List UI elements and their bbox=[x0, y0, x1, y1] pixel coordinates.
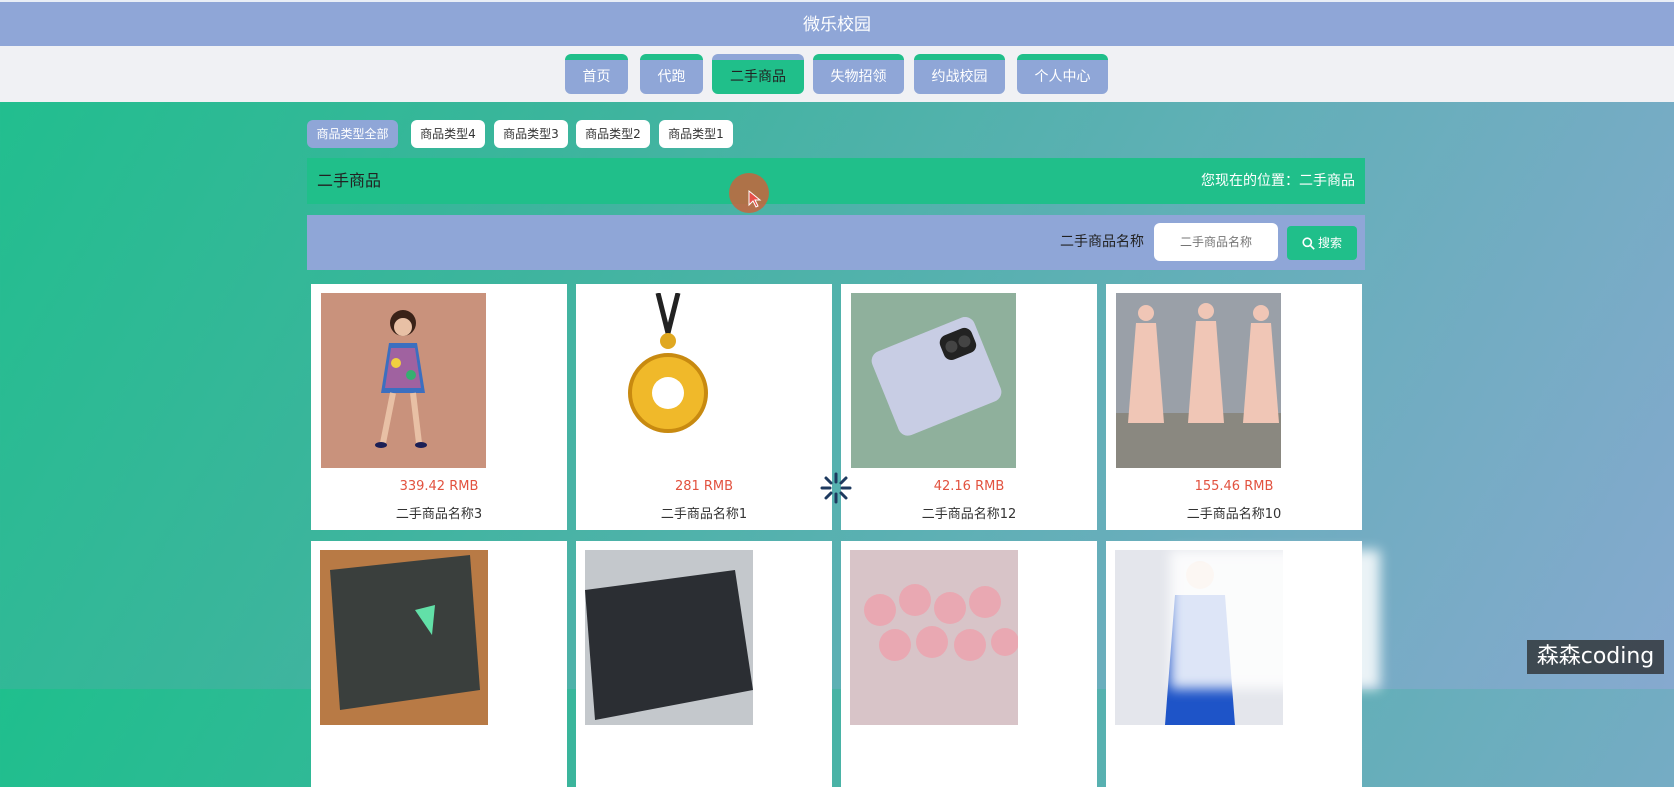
cursor-highlight bbox=[729, 173, 769, 213]
phone-photo[interactable] bbox=[851, 293, 1016, 468]
product-card[interactable] bbox=[311, 541, 567, 787]
product-card[interactable]: 339.42 RMB 二手商品名称3 bbox=[311, 284, 567, 530]
nav-home-label: 首页 bbox=[582, 69, 611, 85]
blurred-overlay bbox=[1170, 550, 1380, 689]
category-4[interactable]: 商品类型4 bbox=[411, 120, 485, 148]
nav-profile[interactable]: 个人中心 bbox=[1017, 54, 1108, 94]
product-card[interactable]: 281 RMB 二手商品名称1 bbox=[576, 284, 832, 530]
category-1[interactable]: 商品类型1 bbox=[659, 120, 733, 148]
search-icon bbox=[1302, 237, 1315, 250]
nav-lost-found-label: 失物招领 bbox=[830, 69, 887, 85]
product-price: 42.16 RMB bbox=[933, 479, 1005, 494]
product-card[interactable] bbox=[841, 541, 1097, 787]
loading-spinner-icon bbox=[820, 472, 852, 504]
main-nav: 首页 代跑 二手商品 失物招领 约战校园 个人中心 bbox=[0, 46, 1674, 102]
site-title: 微乐校园 bbox=[803, 15, 871, 35]
product-price: 339.42 RMB bbox=[399, 479, 479, 494]
search-button[interactable]: 搜索 bbox=[1287, 226, 1357, 260]
nav-campus-battle[interactable]: 约战校园 bbox=[914, 54, 1005, 94]
search-bar: 二手商品名称 搜索 bbox=[307, 215, 1365, 270]
search-input[interactable] bbox=[1154, 223, 1278, 261]
product-name[interactable]: 二手商品名称12 bbox=[841, 503, 1097, 522]
nav-campus-battle-label: 约战校园 bbox=[931, 69, 988, 85]
product-price: 281 RMB bbox=[674, 479, 734, 494]
gold-pendant-photo[interactable] bbox=[586, 293, 751, 468]
search-button-label: 搜索 bbox=[1317, 236, 1342, 250]
video-watermark: 森森coding bbox=[1527, 640, 1664, 674]
laptop-dark-photo[interactable] bbox=[585, 550, 753, 725]
nav-secondhand-label: 二手商品 bbox=[730, 69, 786, 85]
nav-errand-label: 代跑 bbox=[657, 69, 686, 85]
product-card[interactable]: 42.16 RMB 二手商品名称12 bbox=[841, 284, 1097, 530]
nav-profile-label: 个人中心 bbox=[1034, 69, 1091, 85]
category-3[interactable]: 商品类型3 bbox=[494, 120, 568, 148]
nav-lost-found[interactable]: 失物招领 bbox=[813, 54, 904, 94]
page-title: 二手商品 bbox=[317, 171, 382, 190]
product-card[interactable] bbox=[576, 541, 832, 787]
product-name[interactable]: 二手商品名称3 bbox=[311, 503, 567, 522]
nav-home[interactable]: 首页 bbox=[565, 54, 628, 94]
nav-errand[interactable]: 代跑 bbox=[640, 54, 703, 94]
product-name[interactable]: 二手商品名称1 bbox=[576, 503, 832, 522]
category-all[interactable]: 商品类型全部 bbox=[307, 120, 398, 148]
roses-photo[interactable] bbox=[850, 550, 1018, 725]
dress-photo[interactable] bbox=[321, 293, 486, 468]
cursor-arrow-icon bbox=[748, 189, 762, 208]
nav-secondhand[interactable]: 二手商品 bbox=[712, 54, 804, 94]
search-label: 二手商品名称 bbox=[1060, 234, 1144, 250]
breadcrumb: 您现在的位置：二手商品 bbox=[1201, 173, 1355, 189]
category-2[interactable]: 商品类型2 bbox=[576, 120, 650, 148]
product-price: 155.46 RMB bbox=[1194, 479, 1274, 494]
pink-dress-photo[interactable] bbox=[1116, 293, 1281, 468]
laptop-photo[interactable] bbox=[320, 550, 488, 725]
section-header: 二手商品 您现在的位置：二手商品 bbox=[307, 158, 1365, 204]
product-card[interactable]: 155.46 RMB 二手商品名称10 bbox=[1106, 284, 1362, 530]
site-title-bar: 微乐校园 bbox=[0, 0, 1674, 46]
product-name[interactable]: 二手商品名称10 bbox=[1106, 503, 1362, 522]
